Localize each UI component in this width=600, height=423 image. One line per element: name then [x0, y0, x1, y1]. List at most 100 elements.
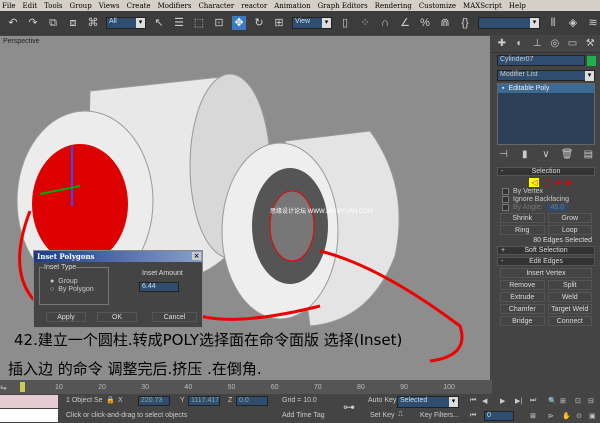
menu-character[interactable]: Character: [198, 2, 234, 10]
display-tab-icon[interactable]: ▭: [566, 38, 580, 50]
mirror-icon[interactable]: ⫴: [546, 16, 560, 30]
modify-tab-icon[interactable]: ◐: [513, 38, 527, 50]
hierarchy-tab-icon[interactable]: ⊥: [530, 38, 544, 50]
group-radio[interactable]: ● Group: [50, 278, 98, 285]
grow-button[interactable]: Grow: [547, 213, 592, 223]
zoom-extents-all-icon[interactable]: ⊟: [588, 397, 594, 405]
cancel-button[interactable]: Cancel: [152, 312, 197, 322]
menu-views[interactable]: Views: [99, 2, 120, 10]
remove-button[interactable]: Remove: [500, 280, 545, 290]
ignore-backfacing-checkbox[interactable]: Ignore Backfacing: [502, 196, 590, 203]
manipulate-icon[interactable]: ⁘: [358, 16, 372, 30]
orbit-icon[interactable]: ⊙: [576, 412, 582, 420]
maxscript-listener-white[interactable]: [0, 409, 58, 422]
loop-button[interactable]: Loop: [547, 225, 592, 235]
menu-graph-editors[interactable]: Graph Editors: [318, 2, 368, 10]
menu-animation[interactable]: Animation: [274, 2, 310, 10]
timeline-toggle-icon[interactable]: ⇋: [0, 383, 20, 392]
inset-amount-input[interactable]: 6.44: [139, 282, 179, 292]
by-vertex-checkbox[interactable]: By Vertex: [502, 188, 590, 195]
add-time-tag[interactable]: Add Time Tag: [282, 412, 325, 419]
key-tangent-icon[interactable]: ⎍: [398, 411, 403, 419]
set-key-button[interactable]: Set Key: [370, 412, 395, 419]
edit-named-sel-icon[interactable]: {}: [458, 16, 472, 30]
selection-filter-dropdown[interactable]: All: [106, 17, 146, 29]
menu-modifiers[interactable]: Modifiers: [158, 2, 192, 10]
polygon-icon[interactable]: ■: [556, 178, 561, 187]
time-slider-handle[interactable]: [20, 382, 25, 392]
maxscript-listener-pink[interactable]: [0, 395, 58, 408]
split-button[interactable]: Split: [547, 280, 592, 290]
angle-input[interactable]: 45.0: [546, 204, 569, 211]
configure-sets-icon[interactable]: ▤: [581, 149, 595, 161]
soft-selection-rollout[interactable]: + Soft Selection: [497, 246, 595, 255]
target-weld-button[interactable]: Target Weld: [547, 304, 592, 314]
select-arrow-icon[interactable]: ↖: [152, 16, 166, 30]
insert-vertex-button[interactable]: Insert Vertex: [500, 268, 592, 278]
connect-button[interactable]: Connect: [547, 316, 592, 326]
bind-space-warp-icon[interactable]: ⌘: [86, 16, 100, 30]
x-coord-input[interactable]: 220.73: [138, 396, 170, 406]
next-frame-icon[interactable]: ▶|: [515, 397, 522, 405]
window-crossing-icon[interactable]: ⊡: [212, 16, 226, 30]
object-color-swatch[interactable]: [587, 55, 596, 66]
show-end-result-icon[interactable]: ▮: [518, 149, 532, 161]
menu-file[interactable]: File: [2, 2, 15, 10]
auto-key-button[interactable]: Auto Key: [368, 397, 396, 404]
menu-tools[interactable]: Tools: [44, 2, 62, 10]
current-frame-input[interactable]: 0: [484, 411, 514, 421]
by-angle-checkbox[interactable]: By Angle: 45.0: [502, 204, 590, 211]
stack-item-editable-poly[interactable]: ▪ Editable Poly: [498, 84, 594, 93]
spinner-snap-icon[interactable]: ⋒: [438, 16, 452, 30]
pan-icon[interactable]: ✋: [562, 412, 571, 420]
menu-reactor[interactable]: reactor: [241, 2, 267, 10]
perspective-viewport[interactable]: Perspective 思缘设计论坛 WWW.MISSYUAN.COM Inse…: [0, 36, 490, 380]
zoom-icon[interactable]: 🔍: [548, 397, 557, 405]
goto-start-icon[interactable]: ⏮: [470, 397, 476, 405]
region-zoom-icon[interactable]: ⊠: [530, 412, 536, 420]
object-name-input[interactable]: Cylinder07: [497, 55, 585, 66]
weld-button[interactable]: Weld: [547, 292, 592, 302]
y-coord-input[interactable]: 1117.417: [188, 396, 220, 406]
play-icon[interactable]: ▶: [500, 397, 505, 405]
rect-selection-icon[interactable]: ⬚: [192, 16, 206, 30]
motion-tab-icon[interactable]: ◎: [548, 38, 562, 50]
timeline[interactable]: ⇋ 10 20 30 40 50 60 70 80 90 100: [0, 380, 492, 394]
link-icon[interactable]: ⧉: [46, 16, 60, 30]
menu-rendering[interactable]: Rendering: [375, 2, 412, 10]
move-icon[interactable]: ✥: [232, 16, 246, 30]
create-tab-icon[interactable]: ✚: [495, 38, 509, 50]
expand-icon[interactable]: ▪: [502, 85, 504, 92]
percent-snap-icon[interactable]: %: [418, 16, 432, 30]
named-selection-dropdown[interactable]: [478, 17, 540, 29]
key-filters-button[interactable]: Key Filters...: [420, 412, 459, 419]
key-mode-icon[interactable]: ⏮: [470, 412, 476, 420]
close-icon[interactable]: ×: [192, 252, 201, 260]
menu-edit[interactable]: Edit: [22, 2, 37, 10]
scale-icon[interactable]: ⊞: [272, 16, 286, 30]
reference-coord-dropdown[interactable]: View: [292, 17, 332, 29]
align-icon[interactable]: ◈: [566, 16, 580, 30]
bridge-button[interactable]: Bridge: [500, 316, 545, 326]
menu-create[interactable]: Create: [127, 2, 151, 10]
redo-icon[interactable]: ↷: [26, 16, 40, 30]
extrude-button[interactable]: Extrude: [500, 292, 545, 302]
angle-snap-icon[interactable]: ∠: [398, 16, 412, 30]
apply-button[interactable]: Apply: [46, 312, 86, 322]
key-icon[interactable]: ⊶: [343, 400, 355, 414]
vertex-icon[interactable]: ⁖: [521, 178, 526, 187]
maximize-viewport-icon[interactable]: ▣: [589, 412, 596, 420]
zoom-extents-icon[interactable]: ⊡: [575, 397, 581, 405]
border-icon[interactable]: ◯: [543, 178, 552, 187]
pivot-icon[interactable]: ▯: [338, 16, 352, 30]
unlink-icon[interactable]: ⧈: [66, 16, 80, 30]
ring-button[interactable]: Ring: [500, 225, 545, 235]
remove-modifier-icon[interactable]: 🗑: [560, 149, 574, 161]
element-icon[interactable]: ◆: [565, 178, 571, 187]
selection-rollout[interactable]: - Selection: [497, 167, 595, 176]
undo-icon[interactable]: ↶: [6, 16, 20, 30]
field-of-view-icon[interactable]: ⊳: [548, 412, 554, 420]
rotate-icon[interactable]: ↻: [252, 16, 266, 30]
chamfer-button[interactable]: Chamfer: [500, 304, 545, 314]
lock-icon[interactable]: 🔒: [106, 396, 115, 404]
